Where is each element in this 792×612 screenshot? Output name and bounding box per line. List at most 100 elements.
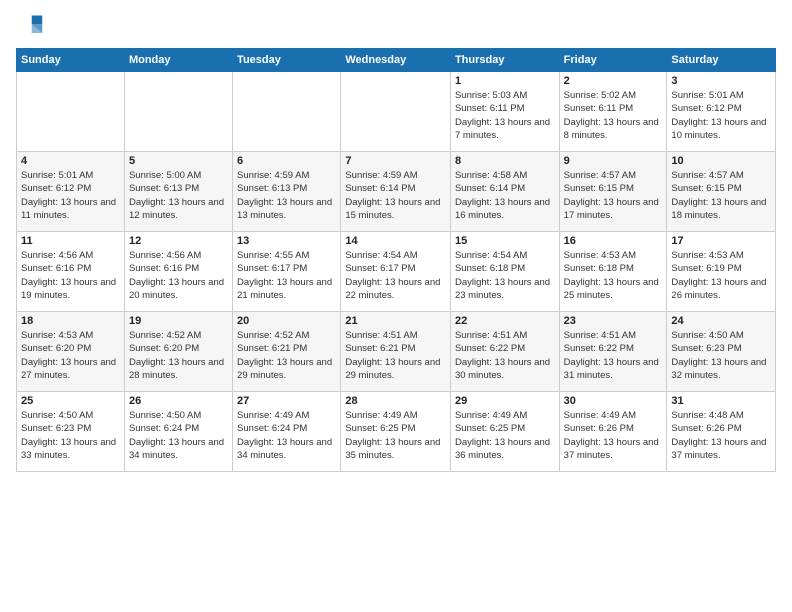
cell-day-number: 10 [671, 155, 771, 167]
calendar-cell: 18 Sunrise: 4:53 AM Sunset: 6:20 PM Dayl… [17, 312, 125, 392]
cell-daylight: Daylight: 13 hours and 35 minutes. [345, 436, 446, 463]
cell-day-number: 16 [564, 235, 663, 247]
cell-daylight: Daylight: 13 hours and 19 minutes. [21, 276, 120, 303]
cell-day-number: 18 [21, 315, 120, 327]
cell-day-number: 4 [21, 155, 120, 167]
weekday-header-tuesday: Tuesday [233, 49, 341, 72]
week-row-4: 18 Sunrise: 4:53 AM Sunset: 6:20 PM Dayl… [17, 312, 776, 392]
header [16, 12, 776, 40]
cell-sunrise: Sunrise: 4:48 AM [671, 409, 771, 422]
cell-sunset: Sunset: 6:25 PM [455, 422, 555, 435]
cell-daylight: Daylight: 13 hours and 11 minutes. [21, 196, 120, 223]
cell-sunset: Sunset: 6:18 PM [455, 262, 555, 275]
cell-sunset: Sunset: 6:15 PM [671, 182, 771, 195]
calendar-cell: 9 Sunrise: 4:57 AM Sunset: 6:15 PM Dayli… [559, 152, 667, 232]
cell-day-number: 30 [564, 395, 663, 407]
cell-daylight: Daylight: 13 hours and 26 minutes. [671, 276, 771, 303]
cell-day-number: 12 [129, 235, 228, 247]
calendar-cell: 27 Sunrise: 4:49 AM Sunset: 6:24 PM Dayl… [233, 392, 341, 472]
cell-day-number: 15 [455, 235, 555, 247]
cell-day-number: 20 [237, 315, 336, 327]
cell-sunrise: Sunrise: 4:59 AM [345, 169, 446, 182]
cell-sunrise: Sunrise: 4:53 AM [564, 249, 663, 262]
cell-day-number: 5 [129, 155, 228, 167]
calendar-cell: 19 Sunrise: 4:52 AM Sunset: 6:20 PM Dayl… [124, 312, 232, 392]
calendar-cell: 14 Sunrise: 4:54 AM Sunset: 6:17 PM Dayl… [341, 232, 451, 312]
cell-day-number: 29 [455, 395, 555, 407]
cell-daylight: Daylight: 13 hours and 37 minutes. [671, 436, 771, 463]
calendar-cell [233, 72, 341, 152]
weekday-header-sunday: Sunday [17, 49, 125, 72]
cell-day-number: 25 [21, 395, 120, 407]
cell-sunrise: Sunrise: 4:49 AM [345, 409, 446, 422]
cell-sunset: Sunset: 6:11 PM [455, 102, 555, 115]
cell-daylight: Daylight: 13 hours and 28 minutes. [129, 356, 228, 383]
cell-daylight: Daylight: 13 hours and 18 minutes. [671, 196, 771, 223]
cell-sunrise: Sunrise: 4:54 AM [455, 249, 555, 262]
cell-sunset: Sunset: 6:19 PM [671, 262, 771, 275]
cell-daylight: Daylight: 13 hours and 34 minutes. [129, 436, 228, 463]
calendar-cell: 17 Sunrise: 4:53 AM Sunset: 6:19 PM Dayl… [667, 232, 776, 312]
cell-sunset: Sunset: 6:11 PM [564, 102, 663, 115]
cell-sunrise: Sunrise: 4:57 AM [671, 169, 771, 182]
cell-daylight: Daylight: 13 hours and 21 minutes. [237, 276, 336, 303]
calendar-cell: 24 Sunrise: 4:50 AM Sunset: 6:23 PM Dayl… [667, 312, 776, 392]
calendar-cell: 1 Sunrise: 5:03 AM Sunset: 6:11 PM Dayli… [450, 72, 559, 152]
cell-daylight: Daylight: 13 hours and 37 minutes. [564, 436, 663, 463]
cell-sunrise: Sunrise: 4:50 AM [21, 409, 120, 422]
weekday-header-thursday: Thursday [450, 49, 559, 72]
weekday-header-monday: Monday [124, 49, 232, 72]
cell-day-number: 21 [345, 315, 446, 327]
calendar-cell: 28 Sunrise: 4:49 AM Sunset: 6:25 PM Dayl… [341, 392, 451, 472]
cell-day-number: 19 [129, 315, 228, 327]
cell-sunset: Sunset: 6:15 PM [564, 182, 663, 195]
cell-sunrise: Sunrise: 4:49 AM [564, 409, 663, 422]
calendar-cell: 13 Sunrise: 4:55 AM Sunset: 6:17 PM Dayl… [233, 232, 341, 312]
cell-daylight: Daylight: 13 hours and 12 minutes. [129, 196, 228, 223]
cell-day-number: 9 [564, 155, 663, 167]
calendar-cell [17, 72, 125, 152]
cell-day-number: 14 [345, 235, 446, 247]
calendar-cell: 20 Sunrise: 4:52 AM Sunset: 6:21 PM Dayl… [233, 312, 341, 392]
cell-daylight: Daylight: 13 hours and 23 minutes. [455, 276, 555, 303]
cell-sunrise: Sunrise: 4:59 AM [237, 169, 336, 182]
week-row-5: 25 Sunrise: 4:50 AM Sunset: 6:23 PM Dayl… [17, 392, 776, 472]
cell-sunrise: Sunrise: 5:01 AM [671, 89, 771, 102]
calendar-cell: 16 Sunrise: 4:53 AM Sunset: 6:18 PM Dayl… [559, 232, 667, 312]
cell-day-number: 28 [345, 395, 446, 407]
cell-daylight: Daylight: 13 hours and 20 minutes. [129, 276, 228, 303]
cell-sunset: Sunset: 6:13 PM [237, 182, 336, 195]
cell-daylight: Daylight: 13 hours and 17 minutes. [564, 196, 663, 223]
cell-sunrise: Sunrise: 5:03 AM [455, 89, 555, 102]
cell-daylight: Daylight: 13 hours and 32 minutes. [671, 356, 771, 383]
cell-sunset: Sunset: 6:24 PM [129, 422, 228, 435]
cell-sunset: Sunset: 6:23 PM [21, 422, 120, 435]
cell-day-number: 7 [345, 155, 446, 167]
cell-sunrise: Sunrise: 4:54 AM [345, 249, 446, 262]
cell-sunset: Sunset: 6:17 PM [345, 262, 446, 275]
logo [16, 12, 48, 40]
weekday-header-row: SundayMondayTuesdayWednesdayThursdayFrid… [17, 49, 776, 72]
cell-sunrise: Sunrise: 4:55 AM [237, 249, 336, 262]
calendar-cell: 31 Sunrise: 4:48 AM Sunset: 6:26 PM Dayl… [667, 392, 776, 472]
calendar-cell: 5 Sunrise: 5:00 AM Sunset: 6:13 PM Dayli… [124, 152, 232, 232]
cell-sunset: Sunset: 6:18 PM [564, 262, 663, 275]
cell-sunset: Sunset: 6:22 PM [564, 342, 663, 355]
cell-daylight: Daylight: 13 hours and 22 minutes. [345, 276, 446, 303]
cell-day-number: 23 [564, 315, 663, 327]
calendar-cell: 26 Sunrise: 4:50 AM Sunset: 6:24 PM Dayl… [124, 392, 232, 472]
cell-sunrise: Sunrise: 4:51 AM [455, 329, 555, 342]
cell-sunset: Sunset: 6:16 PM [129, 262, 228, 275]
cell-sunrise: Sunrise: 4:49 AM [455, 409, 555, 422]
calendar-cell: 21 Sunrise: 4:51 AM Sunset: 6:21 PM Dayl… [341, 312, 451, 392]
cell-sunrise: Sunrise: 4:50 AM [671, 329, 771, 342]
weekday-header-saturday: Saturday [667, 49, 776, 72]
cell-sunset: Sunset: 6:20 PM [129, 342, 228, 355]
cell-sunset: Sunset: 6:21 PM [237, 342, 336, 355]
cell-sunset: Sunset: 6:12 PM [21, 182, 120, 195]
cell-sunset: Sunset: 6:22 PM [455, 342, 555, 355]
cell-day-number: 22 [455, 315, 555, 327]
calendar-cell: 12 Sunrise: 4:56 AM Sunset: 6:16 PM Dayl… [124, 232, 232, 312]
cell-daylight: Daylight: 13 hours and 16 minutes. [455, 196, 555, 223]
cell-day-number: 8 [455, 155, 555, 167]
